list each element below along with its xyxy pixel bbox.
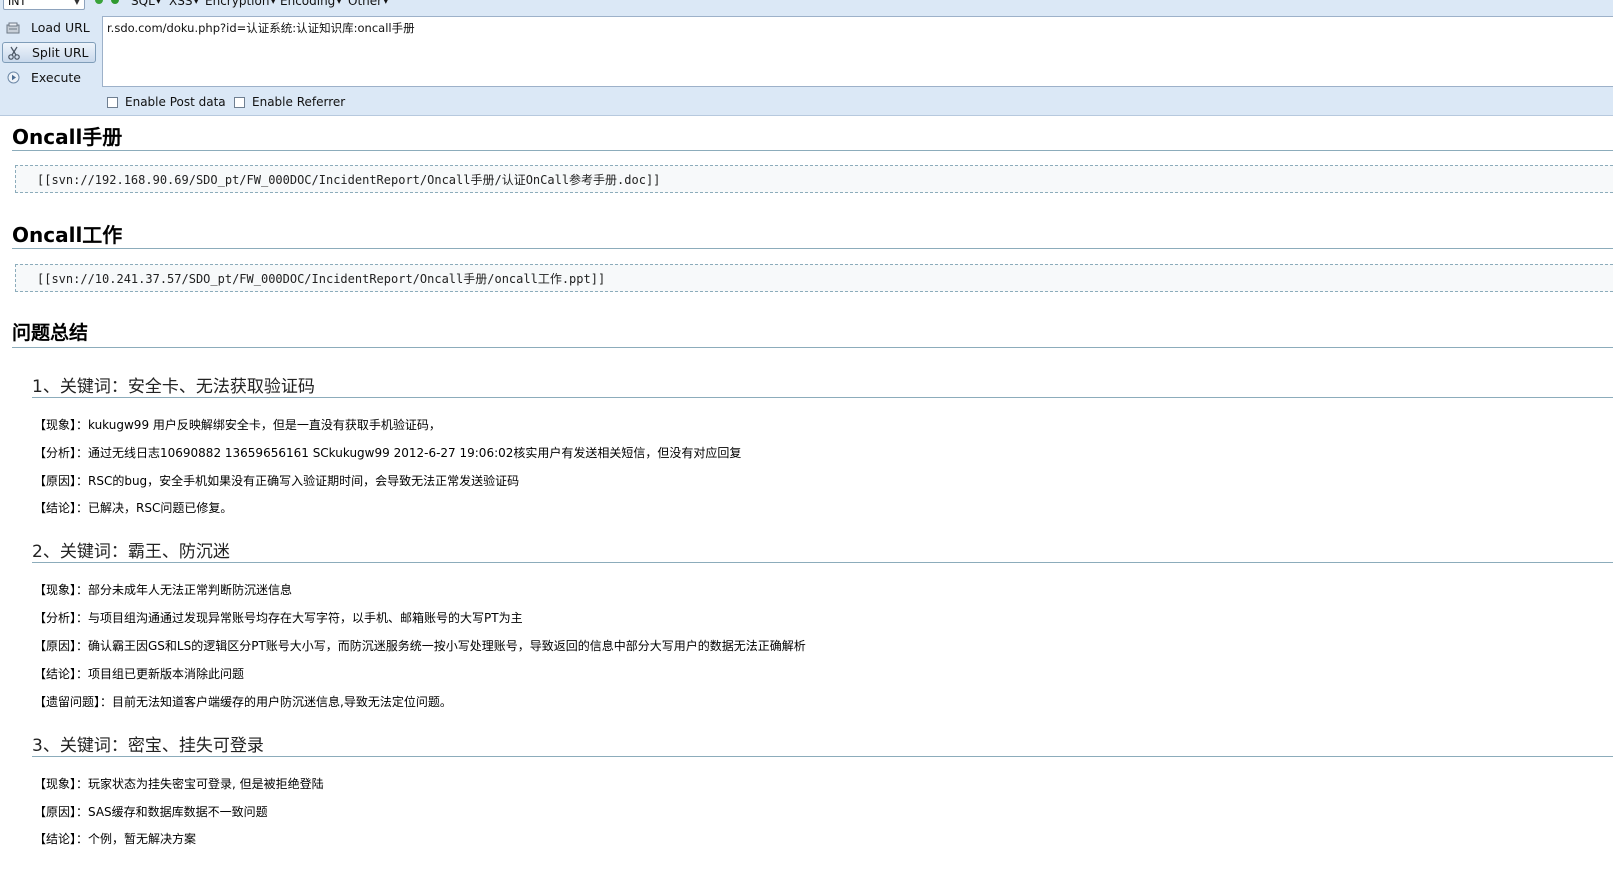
load-url-button[interactable]: Load URL	[2, 17, 96, 38]
hackbar-toolbar: INT ▼ SQL▼ XSS▼ Encryption▼ Encoding▼ Ot…	[0, 0, 1613, 116]
issue-1-analysis: 【分析】：通过无线日志10690882 13659656161 SCkukugw…	[34, 446, 742, 460]
issue-2-symptom: 【现象】：部分未成年人无法正常判断防沉迷信息	[34, 583, 293, 597]
checkbox-box[interactable]	[107, 96, 118, 108]
menu-sql-label: SQL	[131, 0, 155, 8]
enable-referrer-label: Enable Referrer	[252, 95, 346, 109]
subheading-issue-3: 3、关键词：密宝、挂失可登录	[32, 731, 1613, 757]
section-heading-oncall-work: Oncall工作	[12, 219, 1613, 249]
wiki-page-content: Oncall手册 [[svn://192.168.90.69/SDO_pt/FW…	[0, 116, 1613, 875]
enable-post-label: Enable Post data	[125, 95, 226, 109]
execute-button[interactable]: Execute	[2, 67, 96, 88]
menu-sql[interactable]: SQL▼	[131, 0, 161, 8]
split-url-button[interactable]: Split URL	[2, 42, 96, 63]
issue-2-conclusion: 【结论】：项目组已更新版本消除此问题	[34, 667, 245, 681]
enable-post-checkbox[interactable]: Enable Post data	[107, 95, 226, 109]
issue-1-conclusion: 【结论】：已解决，RSC问题已修复。	[34, 501, 233, 515]
issue-1-symptom: 【现象】：kukugw99 用户反映解绑安全卡，但是一直没有获取手机验证码，	[34, 418, 441, 432]
menu-encryption-label: Encryption	[205, 0, 270, 8]
issue-2-analysis: 【分析】：与项目组沟通通过发现异常账号均存在大写字符，以手机、邮箱账号的大写PT…	[34, 611, 523, 625]
select-value: INT	[8, 0, 27, 8]
section-heading-oncall-manual: Oncall手册	[12, 121, 1613, 151]
menu-encoding-label: Encoding	[280, 0, 336, 8]
load-url-label: Load URL	[31, 20, 90, 35]
url-input[interactable]: r.sdo.com/doku.php?id=认证系统:认证知识库:oncall手…	[102, 16, 1613, 87]
menu-xss-label: XSS	[169, 0, 193, 8]
load-url-icon	[5, 20, 21, 36]
issue-3-cause: 【原因】：SAS缓存和数据库数据不一致问题	[34, 805, 268, 819]
scissors-icon	[6, 45, 22, 61]
play-icon	[5, 70, 21, 86]
menu-other[interactable]: Other▼	[348, 0, 388, 8]
checkbox-box[interactable]	[234, 96, 245, 108]
url-value: r.sdo.com/doku.php?id=认证系统:认证知识库:oncall手…	[107, 21, 415, 35]
issue-3-symptom: 【现象】：玩家状态为挂失密宝可登录, 但是被拒绝登陆	[34, 777, 324, 791]
issue-2-remaining: 【遗留问题】：目前无法知道客户端缓存的用户防沉迷信息,导致无法定位问题。	[34, 695, 452, 709]
issue-3-conclusion: 【结论】：个例，暂无解决方案	[34, 832, 197, 846]
menu-encoding[interactable]: Encoding▼	[280, 0, 342, 8]
split-url-label: Split URL	[32, 45, 89, 60]
menu-encryption[interactable]: Encryption▼	[205, 0, 276, 8]
injection-type-select[interactable]: INT ▼	[3, 0, 85, 10]
menu-other-label: Other	[348, 0, 383, 8]
chevron-down-icon: ▼	[73, 0, 80, 6]
subheading-issue-1: 1、关键词：安全卡、无法获取验证码	[32, 372, 1613, 398]
menu-xss[interactable]: XSS▼	[169, 0, 199, 8]
subheading-issue-2: 2、关键词：霸王、防沉迷	[32, 537, 1613, 563]
issue-1-cause: 【原因】：RSC的bug，安全手机如果没有正确写入验证期时间，会导致无法正常发送…	[34, 474, 520, 488]
enable-referrer-checkbox[interactable]: Enable Referrer	[234, 95, 345, 109]
section-heading-issue-summary: 问题总结	[12, 318, 1613, 348]
status-led-icon	[111, 0, 119, 4]
code-block-svn-link: [[svn://192.168.90.69/SDO_pt/FW_000DOC/I…	[15, 165, 1613, 193]
code-block-svn-link: [[svn://10.241.37.57/SDO_pt/FW_000DOC/In…	[15, 264, 1613, 292]
issue-2-cause: 【原因】：确认霸王因GS和LS的逻辑区分PT账号大小写，而防沉迷服务统一按小写处…	[34, 639, 806, 653]
status-led-icon	[95, 0, 103, 4]
execute-label: Execute	[31, 70, 81, 85]
